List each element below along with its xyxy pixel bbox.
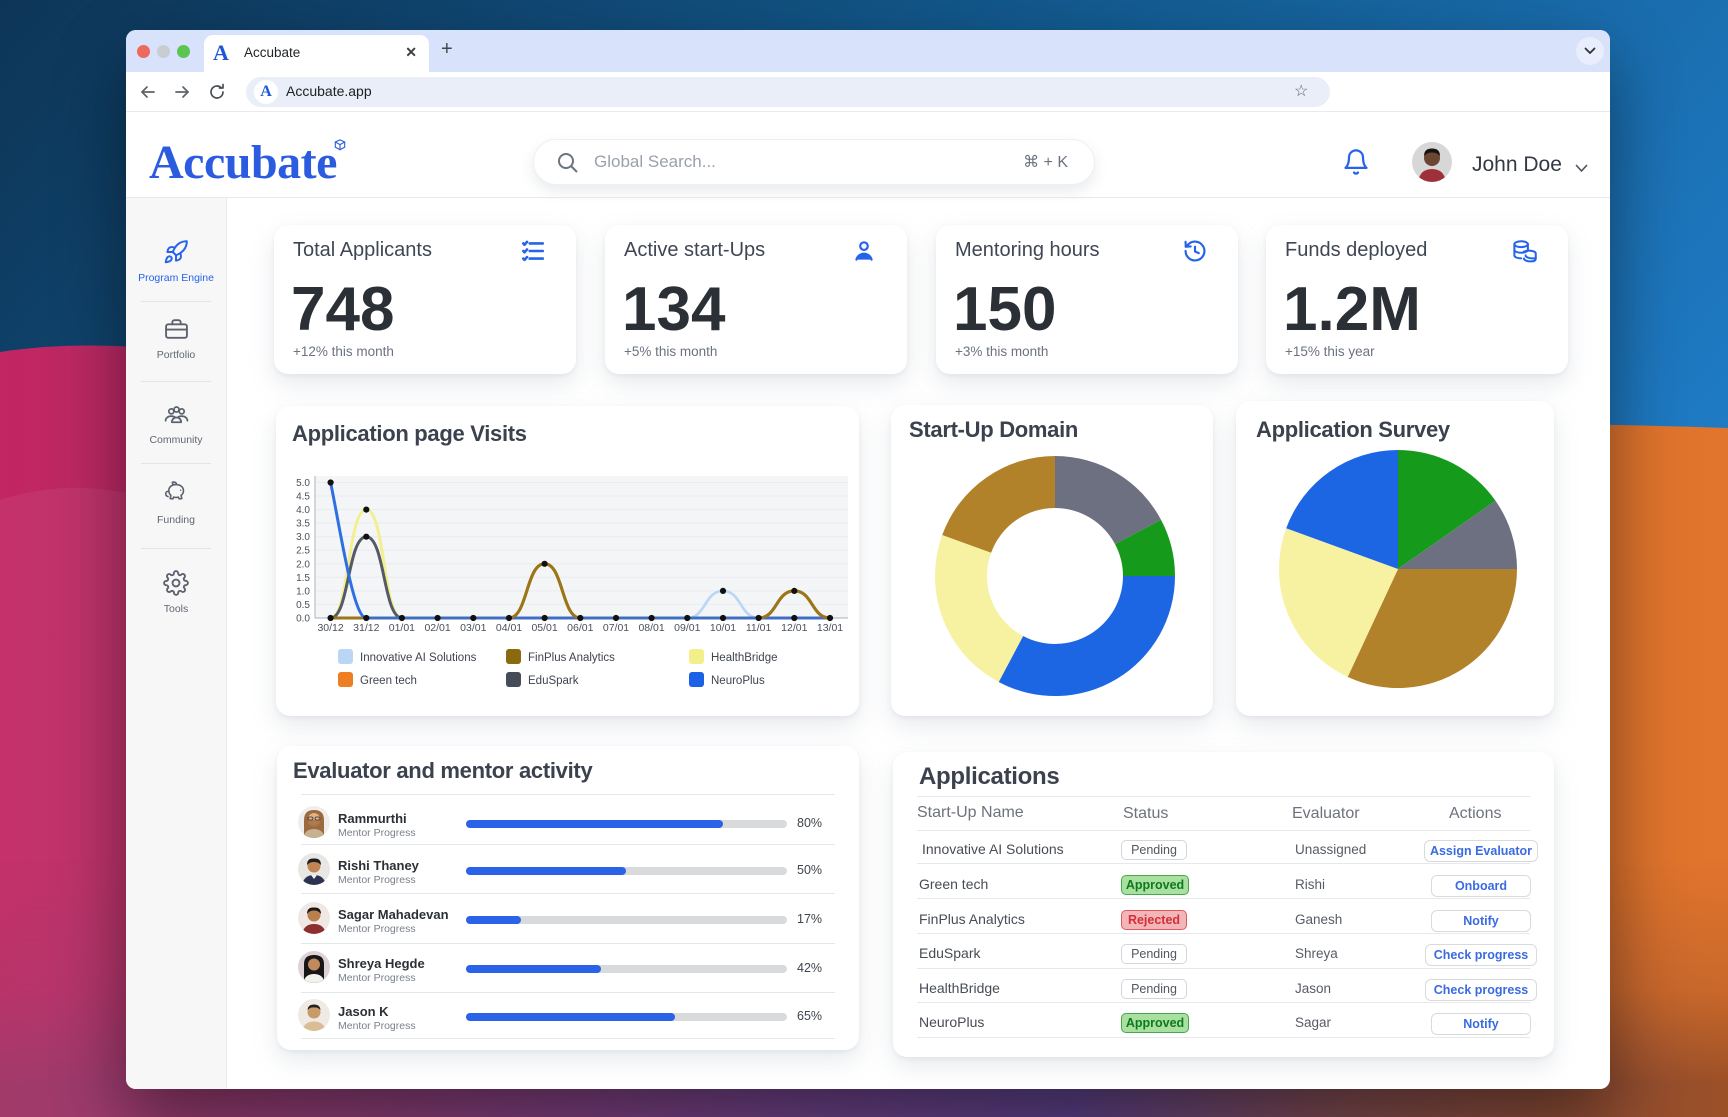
svg-text:07/01: 07/01	[603, 622, 629, 634]
svg-text:02/01: 02/01	[424, 622, 450, 634]
svg-text:05/01: 05/01	[531, 622, 557, 634]
svg-text:HealthBridge: HealthBridge	[711, 652, 777, 664]
svg-text:10/01: 10/01	[710, 622, 736, 634]
svg-text:1.0: 1.0	[296, 586, 310, 597]
svg-text:06/01: 06/01	[567, 622, 593, 634]
svg-text:Green tech: Green tech	[360, 675, 417, 687]
svg-text:2.0: 2.0	[296, 559, 310, 570]
svg-text:0.0: 0.0	[296, 614, 310, 625]
svg-text:4.0: 4.0	[296, 505, 310, 516]
svg-text:1.5: 1.5	[296, 573, 310, 584]
svg-text:30/12: 30/12	[317, 622, 343, 634]
svg-text:08/01: 08/01	[638, 622, 664, 634]
svg-text:2.5: 2.5	[296, 546, 310, 557]
svg-text:31/12: 31/12	[353, 622, 379, 634]
svg-text:NeuroPlus: NeuroPlus	[711, 675, 765, 687]
svg-text:12/01: 12/01	[781, 622, 807, 634]
svg-text:0.5: 0.5	[296, 600, 310, 611]
svg-text:FinPlus Analytics: FinPlus Analytics	[528, 652, 615, 664]
svg-text:EduSpark: EduSpark	[528, 675, 579, 687]
svg-text:01/01: 01/01	[389, 622, 415, 634]
svg-text:11/01: 11/01	[746, 622, 772, 634]
svg-text:13/01: 13/01	[817, 622, 843, 634]
svg-text:5.0: 5.0	[296, 478, 310, 489]
svg-text:3.5: 3.5	[296, 519, 310, 530]
svg-text:03/01: 03/01	[460, 622, 486, 634]
svg-text:04/01: 04/01	[496, 622, 522, 634]
svg-text:4.5: 4.5	[296, 492, 310, 503]
svg-text:09/01: 09/01	[674, 622, 700, 634]
svg-text:3.0: 3.0	[296, 532, 310, 543]
svg-text:Innovative AI Solutions: Innovative AI Solutions	[360, 652, 477, 664]
